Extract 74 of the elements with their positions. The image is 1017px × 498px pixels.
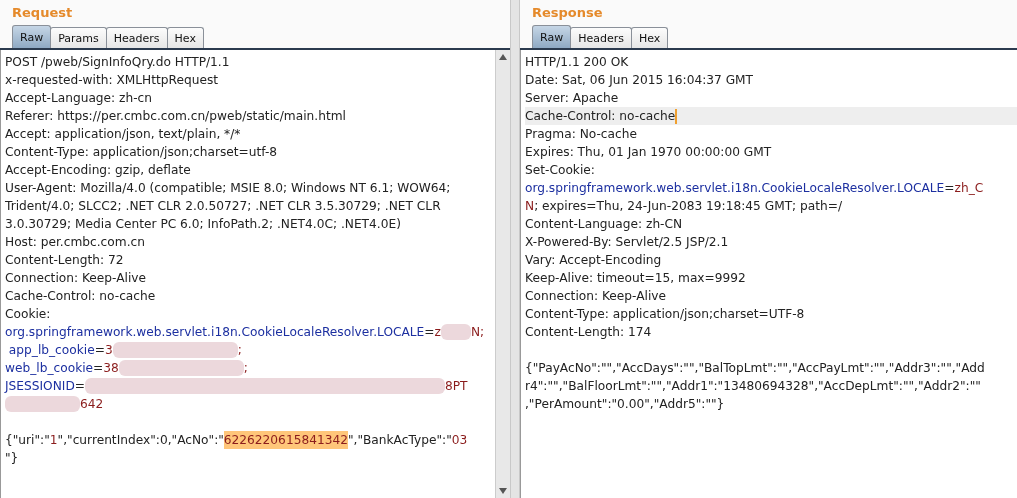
value-text: 642 [80, 396, 104, 413]
text-cursor [675, 108, 678, 124]
value-text: zh_C [954, 180, 984, 197]
message-text: Vary: Accept-Encoding [525, 252, 662, 269]
value-text: 38 [103, 360, 119, 377]
message-text: Cache-Control: no-cache [5, 288, 156, 305]
message-text: Keep-Alive: timeout=15, max=9992 [525, 270, 746, 287]
tab[interactable]: Raw [12, 25, 52, 48]
message-text: = [93, 360, 104, 377]
message-text: Accept-Language: zh-cn [5, 90, 152, 107]
tab[interactable]: Params [50, 27, 107, 48]
tab[interactable]: Raw [532, 25, 572, 48]
message-text: = [424, 324, 435, 341]
search-match: 6226220615841342 [223, 431, 348, 449]
message-text: HTTP/1.1 200 OK [525, 54, 629, 71]
message-text: Host: per.cmbc.com.cn [5, 234, 145, 251]
cookie-name: app_lb_cookie [7, 342, 95, 359]
value-text: N [525, 198, 535, 215]
cookie-name: org.springframework.web.servlet.i18n.CookieLocaleResolver.LOCALE [525, 180, 945, 197]
value-text: ; [243, 360, 248, 377]
message-text: Content-Length: 72 [5, 252, 124, 269]
panel-title: Request [11, 4, 74, 22]
tab[interactable]: Hex [630, 27, 669, 48]
message-text: Connection: Keep-Alive [5, 270, 146, 287]
value-text: 3 [104, 342, 113, 359]
message-text: Content-Length: 174 [525, 324, 652, 341]
message-text: X-Powered-By: Servlet/2.5 JSP/2.1 [525, 234, 729, 251]
message-text: POST /pweb/SignInfoQry.do HTTP/1.1 [5, 54, 230, 71]
tab[interactable]: Hex [166, 27, 204, 48]
message-text: Pragma: No-cache [525, 126, 637, 143]
message-text: Date: Sat, 06 Jun 2015 16:04:37 GMT [525, 72, 754, 89]
message-text: Cookie: [5, 306, 51, 323]
value-text: 1 [49, 432, 58, 449]
redaction-blur [440, 324, 471, 340]
value-text: 03 [451, 432, 468, 449]
message-text: Referer: https://per.cmbc.com.cn/pweb/static/main.html [5, 108, 346, 125]
message-text: ; expires=Thu, 24-Jun-2083 19:18:45 GMT; path=/ [534, 198, 843, 215]
message-text: r4":"","BalFloorLmt":"","Addr1":"13480694328","AccDepLmt":"","Addr2":"" [525, 378, 981, 395]
cookie-name: web_lb_cookie [5, 360, 94, 377]
message-text: Content-Language: zh-CN [525, 216, 683, 233]
message-text: x-requested-with: XMLHttpRequest [5, 72, 219, 89]
cookie-name: org.springframework.web.servlet.i18n.CookieLocaleResolver.LOCALE [5, 324, 425, 341]
value-text: 8PT [445, 378, 468, 395]
message-text: Connection: Keep-Alive [525, 288, 666, 305]
message-text: ,"PerAmount":"0.00","Addr5":""} [525, 396, 725, 413]
scroll-down-icon[interactable] [499, 488, 507, 494]
scroll-up-icon[interactable] [499, 54, 507, 60]
tab[interactable]: Headers [570, 27, 632, 48]
message-text: User-Agent: Mozilla/4.0 (compatible; MSIE 8.0; Windows NT 6.1; WOW64; [5, 180, 451, 197]
message-text: Expires: Thu, 01 Jan 1970 00:00:00 GMT [525, 144, 772, 161]
message-text: ","currentIndex":0,"AcNo":" [57, 432, 224, 449]
message-text: Accept-Encoding: gzip, deflate [5, 162, 191, 179]
message-text: Accept: application/json, text/plain, */* [5, 126, 241, 143]
cookie-name: JSESSIONID [5, 378, 75, 395]
message-text: = [74, 378, 85, 395]
value-text: ; [237, 342, 242, 359]
message-text: = [944, 180, 955, 197]
message-text: Set-Cookie: [525, 162, 595, 179]
message-text: {"PayAcNo":"","AccDays":"","BalTopLmt":"","AccPayLmt":"","Addr3":"","Add [525, 360, 985, 377]
message-text: Content-Type: application/json;charset=UTF-8 [525, 306, 805, 323]
message-text: = [94, 342, 105, 359]
message-text: Content-Type: application/json;charset=utf-8 [5, 144, 278, 161]
message-text: "} [5, 450, 19, 467]
message-text: Trident/4.0; SLCC2; .NET CLR 2.0.50727; .NET CLR 3.5.30729; .NET CLR [5, 198, 441, 215]
message-text: Server: Apache [525, 90, 619, 107]
value-text: N; [470, 324, 485, 341]
panel-title: Response [531, 4, 604, 22]
tab[interactable]: Headers [105, 27, 168, 48]
message-text: {"uri":" [5, 432, 50, 449]
message-text: 3.0.30729; Media Center PC 6.0; InfoPath.2; .NET4.0C; .NET4.0E) [5, 216, 401, 233]
message-text: ","BankAcType":" [347, 432, 452, 449]
scrollbar[interactable] [495, 50, 510, 498]
message-text: Cache-Control: no-cache [525, 108, 676, 125]
value-text: z [434, 324, 441, 341]
